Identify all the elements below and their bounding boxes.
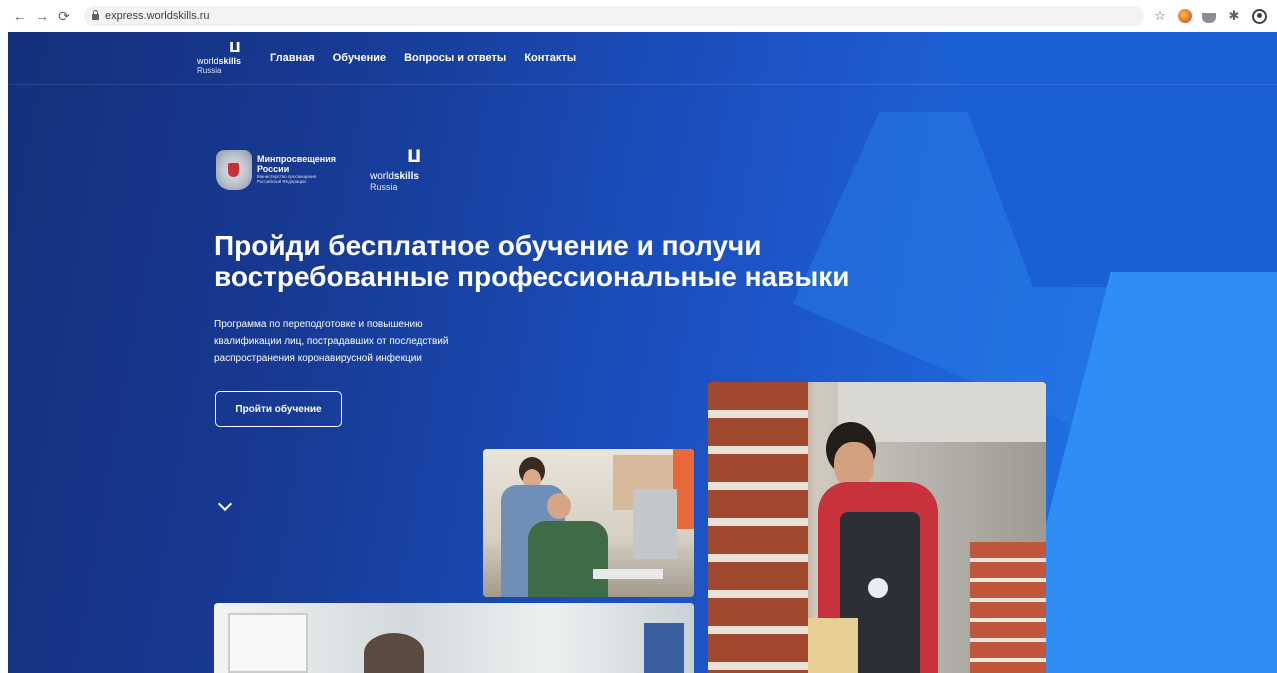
browser-actions: ☆ ✱ xyxy=(1152,8,1267,24)
worldskills-partner-logo: ⵡ worldskills Russia xyxy=(370,147,440,194)
photo-bricklayer xyxy=(708,382,1046,673)
worldskills-mark-icon: ⵡ xyxy=(407,147,422,166)
nav-item-contacts[interactable]: Контакты xyxy=(524,52,576,64)
logo-wordmark: worldskills xyxy=(197,57,241,66)
profile-icon[interactable] xyxy=(1252,8,1267,24)
forward-icon[interactable]: → xyxy=(34,8,50,24)
ministry-small-2: Российской Федерации xyxy=(257,179,306,184)
nav-item-home[interactable]: Главная xyxy=(270,52,315,64)
hero-title-line-2: востребованные профессиональные навыки xyxy=(214,261,850,292)
chevron-down-icon[interactable] xyxy=(217,496,233,512)
photo-classroom xyxy=(214,603,694,673)
hero-title: Пройди бесплатное обучение и получи вост… xyxy=(214,230,849,292)
start-learning-button[interactable]: Пройти обучение xyxy=(215,391,342,427)
star-icon[interactable]: ☆ xyxy=(1152,8,1168,24)
lock-icon xyxy=(92,10,99,20)
back-icon[interactable]: ← xyxy=(12,8,28,24)
hero-subtitle-line-2: квалификации лиц, пострадавших от послед… xyxy=(214,336,449,347)
worldskills-mark-icon: ⵡ xyxy=(229,39,241,55)
main-nav: Главная Обучение Вопросы и ответы Контак… xyxy=(270,52,576,64)
ministry-name-2: России xyxy=(257,164,290,174)
photo-computer-class xyxy=(483,449,694,597)
logo-word-bold: skills xyxy=(218,56,242,66)
hero-subtitle: Программа по переподготовке и повышению … xyxy=(214,316,448,367)
partner-wordmark: worldskills xyxy=(370,171,419,182)
extension-icon[interactable] xyxy=(1178,9,1192,23)
browser-toolbar: ← → ⟳ express.worldskills.ru ☆ ✱ xyxy=(0,0,1277,32)
url-text[interactable]: express.worldskills.ru xyxy=(105,10,210,22)
worldskills-logo[interactable]: ⵡ worldskills Russia xyxy=(197,40,257,80)
logo-country: Russia xyxy=(197,66,222,75)
ministry-name-1: Минпросвещения xyxy=(257,154,337,164)
partner-country: Russia xyxy=(370,182,398,192)
logo-word-regular: world xyxy=(197,56,219,66)
partner-word-regular: world xyxy=(370,171,394,182)
nav-item-learning[interactable]: Обучение xyxy=(333,52,386,64)
partner-word-bold: skills xyxy=(393,171,419,182)
site-header: ⵡ worldskills Russia Главная Обучение Во… xyxy=(8,32,1277,85)
ministry-emblem-icon xyxy=(216,150,252,190)
address-bar[interactable]: express.worldskills.ru xyxy=(84,6,1144,26)
nav-item-faq[interactable]: Вопросы и ответы xyxy=(404,52,506,64)
hero-subtitle-line-3: распространения коронавирусной инфекции xyxy=(214,353,422,364)
hero-title-line-1: Пройди бесплатное обучение и получи xyxy=(214,230,762,261)
page: ⵡ worldskills Russia Главная Обучение Во… xyxy=(8,32,1277,673)
reload-icon[interactable]: ⟳ xyxy=(56,8,72,24)
extension-icon[interactable] xyxy=(1202,12,1216,23)
hero-subtitle-line-1: Программа по переподготовке и повышению xyxy=(214,319,423,330)
puzzle-icon[interactable]: ✱ xyxy=(1226,8,1242,24)
ministry-logo: Минпросвещения России Министерство просв… xyxy=(257,154,336,184)
